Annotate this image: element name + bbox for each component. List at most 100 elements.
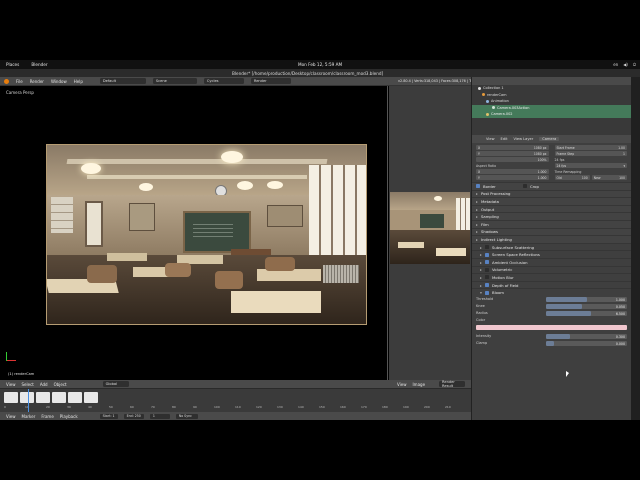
3d-viewport[interactable]: Camera Persp (1) renderCam	[0, 86, 388, 380]
timeline-area[interactable]: 0 10 20 30 40 50 60 70 80 90 100 110 120 130 140 150 160…	[0, 388, 471, 413]
panel-sampling[interactable]: ▸ Sampling	[472, 212, 631, 220]
panel-indirect-lighting[interactable]: ▸ Indirect Lighting	[472, 235, 631, 243]
app-menu[interactable]: Blender	[31, 62, 47, 67]
places-menu[interactable]: Places	[6, 62, 19, 67]
panel-volumetric[interactable]: ▸ Volumetric	[472, 265, 631, 274]
mouse-cursor-icon	[566, 371, 569, 377]
footer-menu-playback[interactable]: Playback	[60, 414, 78, 419]
letterbox-bottom	[0, 420, 640, 480]
layout-dropdown[interactable]: Default	[99, 78, 146, 84]
timeline-menu-object[interactable]: Object	[54, 382, 67, 387]
timeline-menu-add[interactable]: Add	[40, 382, 48, 387]
end-frame-input[interactable]: End: 250	[123, 413, 144, 419]
motion-blur-checkbox[interactable]	[485, 275, 489, 280]
frame-step-value: 1	[623, 151, 625, 156]
menu-render[interactable]: Render	[30, 79, 44, 84]
remap-old-field[interactable]: Old 100	[554, 175, 590, 180]
start-frame-input[interactable]: Start: 1	[99, 413, 118, 419]
render-result-image	[390, 192, 470, 264]
viewport-label: Camera Persp	[6, 90, 34, 95]
axis-y-indicator	[6, 352, 7, 361]
aspect-y-value: 1.000	[537, 175, 547, 180]
panel-screen-space-reflections[interactable]: ▸ Screen Space Reflections	[472, 250, 631, 258]
frame-rate-dropdown[interactable]: 24 fps ▾	[554, 163, 627, 168]
scene-dropdown[interactable]: Scene	[152, 78, 197, 84]
frame-step-field[interactable]: Frame Step 1	[554, 151, 627, 156]
bloom-radius-slider[interactable]: 6.500	[546, 311, 627, 316]
tab-camera[interactable]: Camera	[539, 137, 560, 141]
panel-subsurface-scattering[interactable]: ▸ Subsurface Scattering	[472, 242, 631, 251]
ao-checkbox[interactable]	[485, 260, 489, 265]
panel-motion-blur[interactable]: ▸ Motion Blur	[472, 273, 631, 281]
panel-ambient-occlusion[interactable]: ▸ Ambient Occlusion	[472, 257, 631, 266]
panel-metadata[interactable]: ▸ Metadata	[472, 197, 631, 205]
current-frame-input[interactable]: 1	[149, 413, 170, 419]
power-icon[interactable]: ⏻	[633, 62, 636, 67]
subsurface-checkbox[interactable]	[485, 245, 489, 250]
playhead[interactable]	[28, 389, 29, 413]
keyframe-block[interactable]	[20, 392, 34, 403]
panel-film[interactable]: ▸ Film	[472, 219, 631, 228]
footer-menu-marker[interactable]: Marker	[22, 414, 36, 419]
resolution-y-field[interactable]: Y 1080 px	[476, 151, 549, 156]
panel-shadows[interactable]: ▸ Shadows	[472, 227, 631, 236]
menu-file[interactable]: File	[16, 79, 23, 84]
outliner-row-camera-data[interactable]: Camera.002	[472, 111, 631, 118]
volume-icon[interactable]: ◀)	[623, 62, 628, 67]
slider-fill	[546, 311, 591, 316]
aspect-x-field[interactable]: X 1.000	[476, 169, 549, 174]
image-menu-view[interactable]: View	[397, 382, 407, 387]
crop-checkbox[interactable]	[523, 184, 527, 189]
properties-editor[interactable]: View Edit View Layer Camera X 1080 px Sta…	[471, 135, 631, 420]
bloom-knee-slider[interactable]: 0.050	[546, 304, 627, 309]
image-editor[interactable]	[389, 86, 471, 380]
sync-mode-dropdown[interactable]: No Sync	[175, 413, 198, 419]
resolution-percent-field[interactable]: 100%	[476, 157, 549, 162]
menu-window[interactable]: Window	[51, 79, 67, 84]
blender-logo-icon[interactable]	[4, 78, 9, 84]
bloom-checkbox[interactable]	[485, 290, 489, 295]
render-engine-dropdown[interactable]: Cycles	[203, 78, 244, 84]
keyframe-block[interactable]	[4, 392, 18, 403]
panel-post-processing[interactable]: ▸ Post Processing	[472, 189, 631, 198]
remap-old-label: Old	[556, 175, 562, 180]
keyframe-block[interactable]	[84, 392, 98, 403]
panel-depth-of-field[interactable]: ▸ Depth of Field	[472, 280, 631, 289]
tab-view-layer[interactable]: View Layer	[514, 137, 534, 141]
transform-orientation-dropdown[interactable]: Global	[102, 381, 129, 387]
panel-bloom[interactable]: ▾ Bloom	[472, 288, 631, 296]
keyframe-block[interactable]	[68, 392, 82, 403]
outliner[interactable]: Collection 1 renderCam Animation Camera.…	[471, 77, 631, 135]
bloom-clamp-slider[interactable]: 0.000	[546, 341, 627, 346]
bloom-threshold-label: Threshold	[476, 297, 494, 302]
system-tray[interactable]: en ◀) ⏻	[613, 62, 636, 67]
render-layer-dropdown[interactable]: Render	[250, 78, 291, 84]
panel-label: Screen Space Reflections	[492, 252, 540, 258]
volumetric-checkbox[interactable]	[485, 267, 489, 272]
aspect-y-field[interactable]: Y 1.000	[476, 175, 549, 180]
language-indicator[interactable]: en	[613, 62, 618, 67]
start-frame-field[interactable]: Start Frame 1.00	[554, 145, 627, 150]
timeline-menu-view[interactable]: View	[6, 382, 16, 387]
footer-menu-frame[interactable]: Frame	[41, 414, 53, 419]
bloom-color-swatch[interactable]	[476, 324, 627, 330]
remap-new-field[interactable]: New 100	[591, 175, 627, 180]
tab-view[interactable]: View	[486, 137, 495, 141]
panel-output[interactable]: ▸ Output	[472, 204, 631, 213]
border-checkbox[interactable]	[476, 184, 480, 189]
footer-menu-view[interactable]: View	[6, 414, 16, 419]
bloom-threshold-slider[interactable]: 1.000	[546, 297, 627, 302]
dof-checkbox[interactable]	[485, 283, 489, 288]
clock[interactable]: Mon Feb 12, 5:59 AM	[298, 62, 342, 67]
resolution-x-field[interactable]: X 1080 px	[476, 145, 549, 150]
bloom-intensity-slider[interactable]: 0.300	[546, 334, 627, 339]
collection-icon	[478, 86, 481, 90]
keyframe-block[interactable]	[36, 392, 50, 403]
keyframe-block[interactable]	[52, 392, 66, 403]
ssr-checkbox[interactable]	[485, 252, 489, 257]
timeline-menu-select[interactable]: Select	[22, 382, 34, 387]
image-slot-dropdown[interactable]: Render Result	[439, 380, 466, 388]
menu-help[interactable]: Help	[74, 79, 83, 84]
tab-edit[interactable]: Edit	[501, 137, 508, 141]
image-menu-image[interactable]: Image	[413, 382, 426, 387]
